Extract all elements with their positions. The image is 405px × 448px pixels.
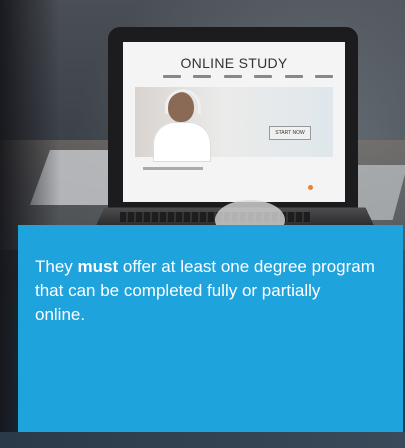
- panel-text-bold: must: [77, 257, 119, 276]
- caption-line: [143, 167, 203, 170]
- panel-text-before: They: [35, 257, 78, 276]
- panel-text: They must offer at least one degree prog…: [35, 255, 375, 327]
- orange-dot: [308, 185, 313, 190]
- laptop-screen: ONLINE STUDY START NOW: [123, 42, 345, 202]
- bottom-strip: [0, 432, 405, 448]
- site-title: ONLINE STUDY: [180, 55, 288, 71]
- site-nav: [163, 75, 333, 78]
- start-now-button: START NOW: [269, 126, 311, 140]
- info-panel: They must offer at least one degree prog…: [18, 225, 403, 432]
- person-body: [153, 122, 211, 162]
